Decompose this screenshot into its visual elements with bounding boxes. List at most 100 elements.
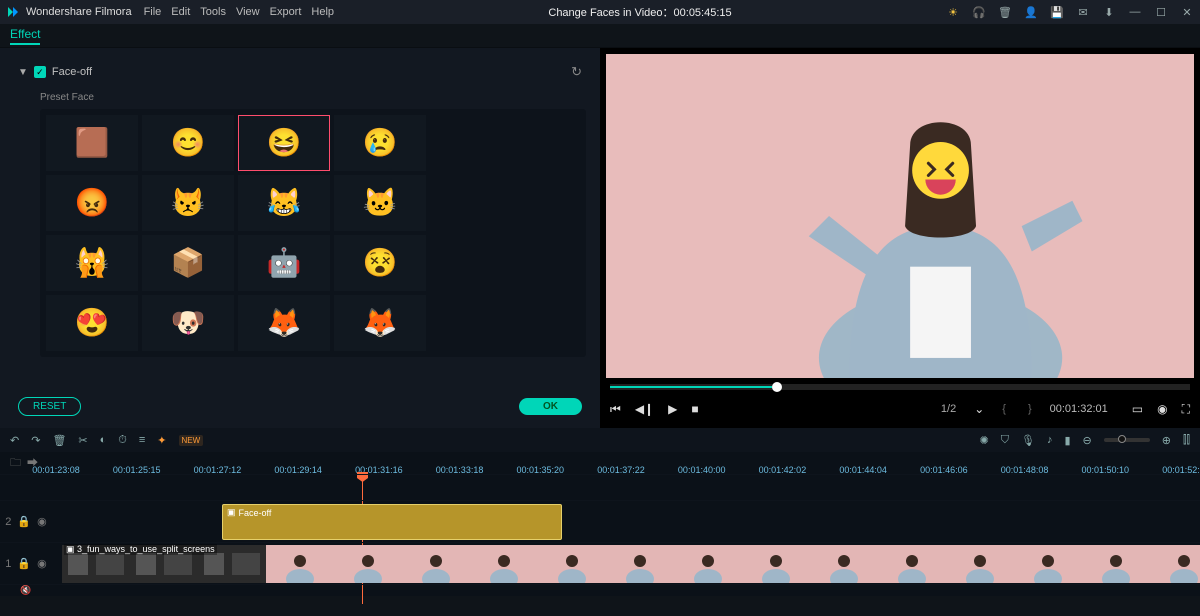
reset-button[interactable]: RESET — [18, 397, 81, 416]
step-back-icon[interactable]: ◀❙ — [635, 402, 654, 416]
face-emoji: 🤖 — [267, 249, 302, 277]
trash-icon[interactable]: 🗑 — [998, 6, 1012, 19]
zoom-in-icon[interactable]: ⊕ — [1162, 434, 1171, 447]
preset-face-10[interactable]: 🤖 — [238, 235, 330, 291]
preset-face-4[interactable]: 😡 — [46, 175, 138, 231]
undo-icon[interactable]: ↶ — [10, 434, 19, 447]
video-thumbnail — [606, 545, 674, 583]
prev-frame-icon[interactable]: ⏮ — [610, 402, 621, 417]
preset-face-9[interactable]: 📦 — [142, 235, 234, 291]
chevron-down-small-icon[interactable]: ⌄ — [974, 402, 984, 416]
preset-face-15[interactable]: 🦊 — [334, 295, 426, 351]
zoom-slider[interactable] — [1104, 438, 1150, 442]
snapshot-icon[interactable]: ◉ — [1157, 402, 1167, 416]
refresh-icon[interactable]: ↻ — [571, 64, 582, 80]
menu-file[interactable]: File — [144, 6, 162, 18]
section-title: Face-off — [52, 66, 92, 78]
filter-icon[interactable]: ✺ — [980, 434, 989, 447]
redo-icon[interactable]: ↷ — [31, 434, 40, 447]
delete-icon[interactable]: 🗑 — [52, 434, 66, 447]
face-emoji: 😹 — [267, 189, 302, 217]
face-emoji: 😍 — [75, 309, 110, 337]
audio-track[interactable]: 🔇 — [0, 584, 1200, 596]
faceoff-clip[interactable]: ▣Face-off — [222, 504, 562, 540]
menu-export[interactable]: Export — [270, 6, 302, 18]
video-preview[interactable] — [606, 54, 1194, 378]
timer-icon[interactable]: ⏱ — [118, 434, 127, 447]
marker-icon[interactable]: ▮ — [1064, 434, 1070, 447]
face-emoji: 📦 — [171, 249, 206, 277]
preset-face-6[interactable]: 😹 — [238, 175, 330, 231]
shield-icon[interactable]: ⛉ — [1001, 434, 1009, 447]
adjust-icon[interactable]: ≡ — [139, 434, 145, 446]
video-track[interactable]: 1 🔒 ◉ ▣ 3_fun_ways_to_use_split_screens — [0, 542, 1200, 584]
preset-face-14[interactable]: 🦊 — [238, 295, 330, 351]
preset-face-0[interactable]: 🟫 — [46, 115, 138, 171]
save-icon[interactable]: 💾 — [1050, 6, 1064, 19]
display-icon[interactable]: ▭ — [1132, 402, 1143, 416]
minimize-icon[interactable]: — — [1128, 6, 1142, 18]
lock-icon[interactable]: 🔒 — [17, 515, 31, 528]
preset-face-8[interactable]: 🙀 — [46, 235, 138, 291]
new-badge: NEW — [179, 435, 204, 446]
menu-tools[interactable]: Tools — [200, 6, 226, 18]
zoom-label[interactable]: 1/2 — [941, 403, 956, 415]
menu-help[interactable]: Help — [311, 6, 334, 18]
preview-progress[interactable] — [610, 384, 1190, 390]
preset-face-grid: 🟫 😊 😆 😢 😡😾 😹 🐱 🙀 📦 🤖 😵 😍 🐶 🦊🦊 — [40, 109, 586, 357]
chevron-down-icon[interactable]: ▼ — [18, 67, 28, 78]
mail-icon[interactable]: ✉ — [1076, 6, 1090, 19]
video-thumbnail — [470, 545, 538, 583]
preview-controls: ⏮ ◀❙ ▶ ■ 1/2 ⌄ { } 00:01:32:01 ▭ ◉ ⛶ — [600, 390, 1200, 428]
stop-icon[interactable]: ■ — [691, 402, 698, 416]
preset-face-3[interactable]: 😢 — [334, 115, 426, 171]
titlebar: Wondershare Filmora File Edit Tools View… — [0, 0, 1200, 24]
face-emoji: 😊 — [171, 129, 206, 157]
menu-edit[interactable]: Edit — [171, 6, 190, 18]
section-header[interactable]: ▼ ✓ Face-off ↻ — [14, 58, 586, 86]
support-icon[interactable]: 🎧 — [972, 6, 986, 19]
ok-button[interactable]: OK — [519, 398, 582, 415]
preset-face-11[interactable]: 😵 — [334, 235, 426, 291]
music-icon[interactable]: ♪ — [1047, 434, 1053, 446]
face-emoji: 🙀 — [75, 249, 110, 277]
eye-icon[interactable]: ◉ — [37, 557, 47, 570]
wand-icon[interactable]: ✦ — [157, 434, 166, 447]
face-emoji: 😢 — [363, 129, 398, 157]
video-thumbnail — [402, 545, 470, 583]
close-icon[interactable]: ✕ — [1180, 6, 1194, 19]
menu-view[interactable]: View — [236, 6, 260, 18]
preset-face-12[interactable]: 😍 — [46, 295, 138, 351]
preset-face-2[interactable]: 😆 — [238, 115, 330, 171]
face-emoji: 🐶 — [171, 309, 206, 337]
video-clip[interactable]: ▣ 3_fun_ways_to_use_split_screens — [62, 545, 1200, 583]
preset-face-13[interactable]: 🐶 — [142, 295, 234, 351]
play-icon[interactable]: ▶ — [668, 402, 677, 416]
mic-icon[interactable]: 🎙 — [1021, 434, 1035, 447]
lock-icon[interactable]: 🔒 — [17, 557, 31, 570]
preset-label: Preset Face — [40, 92, 586, 103]
preset-face-1[interactable]: 😊 — [142, 115, 234, 171]
preview-panel: ⏮ ◀❙ ▶ ■ 1/2 ⌄ { } 00:01:32:01 ▭ ◉ ⛶ — [600, 48, 1200, 428]
cut-icon[interactable]: ✂ — [78, 434, 87, 447]
speed-icon[interactable]: ◐ — [100, 434, 107, 446]
zoom-out-icon[interactable]: ⊖ — [1083, 434, 1092, 447]
effect-tab[interactable]: Effect — [10, 27, 40, 45]
maximize-icon[interactable]: ☐ — [1154, 6, 1168, 19]
faceoff-checkbox[interactable]: ✓ — [34, 66, 46, 78]
tips-icon[interactable]: ☀ — [946, 6, 960, 19]
preset-face-5[interactable]: 😾 — [142, 175, 234, 231]
mute-icon[interactable]: 🔇 — [20, 585, 31, 596]
account-icon[interactable]: 👤 — [1024, 6, 1038, 19]
timeline-ruler[interactable]: 🗀 ⮕ 00:01:23:0800:01:25:1500:01:27:1200:… — [0, 452, 1200, 474]
fullscreen-icon[interactable]: ⛶ — [1182, 402, 1190, 417]
app-logo — [6, 5, 20, 19]
download-icon[interactable]: ⬇ — [1102, 6, 1116, 19]
timeline[interactable]: ✂ 2 🔒 ◉ ▣Face-off 1 🔒 ◉ ▣ 3_fun_ways_to_… — [0, 474, 1200, 596]
fit-icon[interactable]: ⫿⫿ — [1183, 434, 1190, 447]
preset-face-7[interactable]: 🐱 — [334, 175, 426, 231]
effect-track[interactable]: 2 🔒 ◉ ▣Face-off — [0, 500, 1200, 542]
face-emoji: 😵 — [363, 249, 398, 277]
tracks-icon[interactable]: 🗀 — [10, 454, 21, 473]
eye-icon[interactable]: ◉ — [37, 515, 47, 528]
